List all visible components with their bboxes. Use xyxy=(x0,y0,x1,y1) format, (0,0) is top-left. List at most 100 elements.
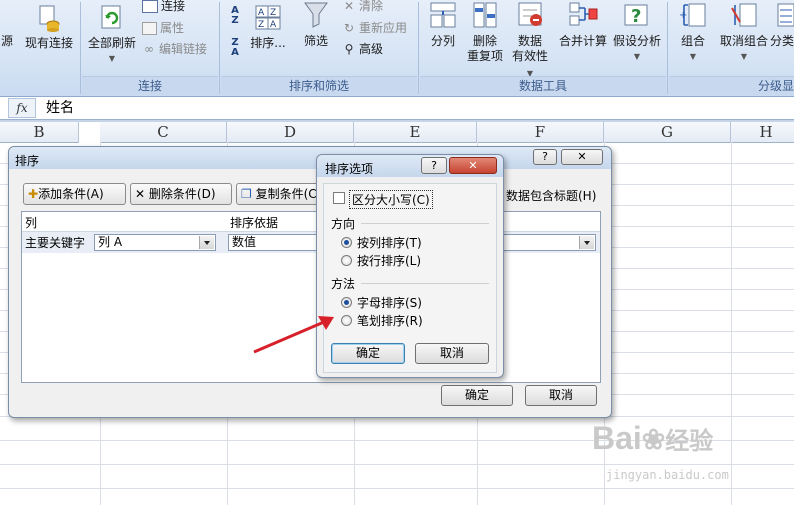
help-button[interactable]: ? xyxy=(421,157,447,174)
remove-duplicates-label-2: 重复项 xyxy=(466,49,503,63)
red-arrow-annotation xyxy=(253,316,334,354)
orientation-heading: 方向 xyxy=(331,217,356,231)
link-icon: ∞ xyxy=(144,42,154,56)
letter-sort-label[interactable]: 字母排序(S) xyxy=(357,294,422,311)
data-validation-label-1: 数据 xyxy=(517,34,542,48)
sort-left-to-right-label[interactable]: 按行排序(L) xyxy=(357,252,421,269)
column-header-e[interactable]: E xyxy=(354,122,477,143)
subtotal-button[interactable]: 分类 xyxy=(770,0,794,49)
sort-cancel-button[interactable]: 取消 xyxy=(525,385,597,406)
options-ok-button[interactable]: 确定 xyxy=(331,343,405,364)
sort-on-value: 数值 xyxy=(232,235,257,249)
advanced-filter-button[interactable]: ⚲ 高级 xyxy=(342,41,383,57)
sort-dialog-titlebar xyxy=(9,147,611,169)
formula-input[interactable]: 姓名 xyxy=(46,99,74,117)
group-label: 组合 xyxy=(680,34,705,48)
reapply-button[interactable]: ↻ 重新应用 xyxy=(342,20,407,36)
column-header-b[interactable]: B xyxy=(0,122,79,143)
subtotal-icon xyxy=(772,0,794,30)
section-divider xyxy=(361,223,489,224)
column-header-c[interactable]: C xyxy=(100,122,227,143)
close-button[interactable]: ✕ xyxy=(561,149,603,165)
column-header-h[interactable]: H xyxy=(731,122,794,143)
connections-button[interactable]: 连接 xyxy=(142,0,185,14)
consolidate-button[interactable]: 合并计算 xyxy=(554,0,612,49)
copy-icon: ❐ xyxy=(241,187,252,201)
properties-button[interactable]: 属性 xyxy=(142,20,184,36)
copy-level-button[interactable]: ❐ 复制条件(C) xyxy=(236,183,320,205)
sort-ok-button[interactable]: 确定 xyxy=(441,385,513,406)
column-header-d[interactable]: D xyxy=(227,122,354,143)
sort-ascending-button[interactable]: AZ xyxy=(224,6,246,26)
properties-label: 属性 xyxy=(160,21,185,35)
ungroup-button[interactable]: 取消组合 ▼ xyxy=(716,0,772,64)
sort-options-dialog: 排序选项 ? ✕ 区分大小写(C) 方向 按列排序(T) 按行排序(L) 方法 … xyxy=(316,154,504,378)
copy-level-label: 复制条件(C) xyxy=(255,187,320,201)
close-icon: ✕ xyxy=(577,150,587,163)
filter-button[interactable]: 筛选 xyxy=(296,0,336,49)
ribbon: 源 现有连接 全部刷新 ▼ 连接 属性 ∞ 编辑链接 连接 AZ ZA AZZA … xyxy=(0,0,794,97)
clear-button[interactable]: ✕ 清除 xyxy=(342,0,383,14)
column-header-f[interactable]: F xyxy=(477,122,604,143)
refresh-all-button[interactable]: 全部刷新 ▼ xyxy=(84,2,140,66)
primary-key-label: 主要关键字 xyxy=(25,236,86,250)
sort-label: 排序... xyxy=(250,36,286,50)
edit-links-label: 编辑链接 xyxy=(159,42,208,56)
baidu-logo: Bai❀经验 xyxy=(592,420,714,456)
text-to-columns-button[interactable]: 分列 xyxy=(424,0,462,49)
existing-connections-button[interactable]: 现有连接 xyxy=(20,2,78,51)
letter-sort-radio[interactable] xyxy=(341,297,352,308)
formula-bar: fx 姓名 xyxy=(0,97,794,120)
add-level-button[interactable]: ✚添加条件(A) xyxy=(23,183,126,205)
consolidate-icon xyxy=(568,0,598,30)
text-to-columns-icon xyxy=(429,0,457,30)
header-checkbox-label[interactable]: 数据包含标题(H) xyxy=(506,187,596,204)
remove-duplicates-button[interactable]: 删除 重复项 xyxy=(464,0,506,64)
from-other-sources-button[interactable]: 源 xyxy=(0,34,14,49)
close-button[interactable]: ✕ xyxy=(449,157,497,174)
column-header-g[interactable]: G xyxy=(604,122,731,143)
svg-text:?: ? xyxy=(631,6,641,27)
svg-text:Z: Z xyxy=(270,8,276,18)
stroke-sort-label[interactable]: 笔划排序(R) xyxy=(357,312,423,329)
delete-level-button[interactable]: ✕ 删除条件(D) xyxy=(130,183,232,205)
case-sensitive-label[interactable]: 区分大小写(C) xyxy=(349,190,433,209)
edit-links-button[interactable]: ∞ 编辑链接 xyxy=(142,41,207,57)
group-button[interactable]: + 组合 ▼ xyxy=(672,0,714,64)
sort-by-column-select[interactable]: 列 A xyxy=(94,234,216,251)
connections-icon xyxy=(142,0,158,13)
svg-text:+: + xyxy=(679,10,687,21)
add-level-label: 添加条件(A) xyxy=(38,187,104,201)
filter-label: 筛选 xyxy=(303,34,328,48)
options-cancel-button[interactable]: 取消 xyxy=(415,343,489,364)
data-validation-button[interactable]: 数据 有效性 ▼ xyxy=(508,0,552,81)
chevron-down-icon: ▼ xyxy=(108,54,116,63)
case-sensitive-checkbox[interactable] xyxy=(333,192,345,204)
reapply-icon: ↻ xyxy=(343,21,355,35)
close-icon: ✕ xyxy=(468,159,478,172)
chevron-down-icon: ▼ xyxy=(740,52,748,61)
insert-function-button[interactable]: fx xyxy=(8,98,36,118)
sort-dialog-title: 排序 xyxy=(15,154,40,168)
remove-duplicates-label-1: 删除 xyxy=(472,34,497,48)
sort-top-to-bottom-label[interactable]: 按列排序(T) xyxy=(357,234,422,251)
sort-level-row[interactable]: 主要关键字 列 A 数值 xyxy=(22,232,600,253)
section-divider xyxy=(361,283,489,284)
sort-descending-button[interactable]: ZA xyxy=(224,38,246,58)
sort-left-to-right-radio[interactable] xyxy=(341,255,352,266)
group-label-connections: 连接 xyxy=(82,76,218,95)
properties-icon xyxy=(142,22,157,35)
what-if-label: 假设分析 xyxy=(612,34,661,48)
method-heading: 方法 xyxy=(331,277,356,291)
stroke-sort-radio[interactable] xyxy=(341,315,352,326)
chevron-down-icon xyxy=(579,236,594,249)
help-button[interactable]: ? xyxy=(533,149,557,165)
sort-top-to-bottom-radio[interactable] xyxy=(341,237,352,248)
column-header-column: 列 xyxy=(25,216,38,230)
sort-dialog: 排序 ? ✕ ✚添加条件(A) ✕ 删除条件(D) ❐ 复制条件(C) 数据包含… xyxy=(8,146,612,418)
baidu-watermark: Bai❀经验 jingyan.baidu.com xyxy=(592,420,792,500)
sort-order-select[interactable] xyxy=(502,234,596,251)
watermark-url: jingyan.baidu.com xyxy=(606,468,729,482)
sort-button[interactable]: AZZA 排序... xyxy=(248,2,288,51)
what-if-analysis-button[interactable]: ? 假设分析 ▼ xyxy=(612,0,662,64)
